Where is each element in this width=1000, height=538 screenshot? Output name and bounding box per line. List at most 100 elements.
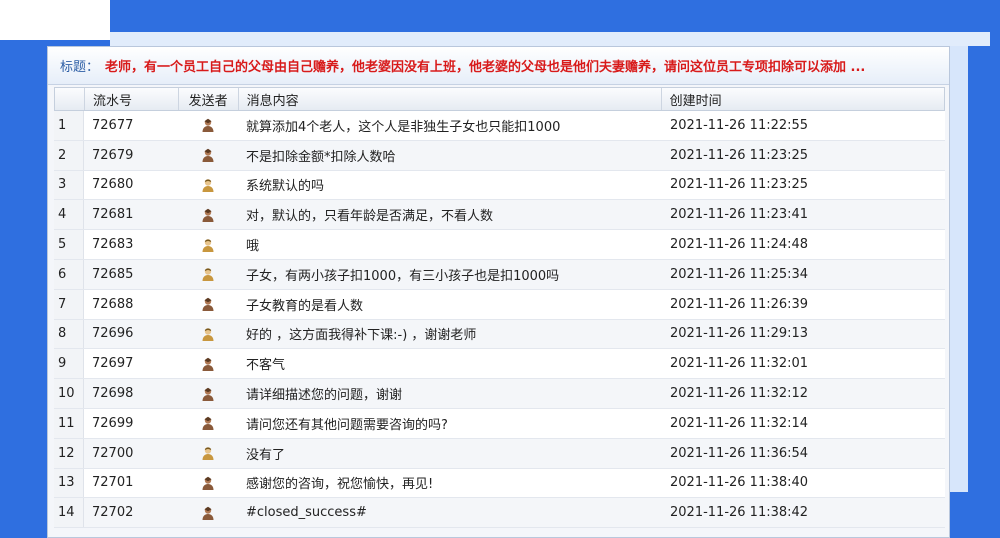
sender-cell: [178, 349, 238, 378]
created-time: 2021-11-26 11:32:12: [670, 386, 809, 402]
grid-header: 流水号 发送者 消息内容 创建时间: [54, 87, 945, 111]
row-number: 14: [54, 498, 84, 528]
header-created-time[interactable]: 创建时间: [662, 88, 944, 110]
sender-cell: [178, 439, 238, 468]
table-row[interactable]: 1 72677 就算添加4个老人，这个人是非独生子女也只能扣1000 2021-11-…: [54, 111, 945, 141]
row-number: 1: [54, 111, 84, 140]
message-content: 没有了: [246, 447, 286, 463]
header-serial[interactable]: 流水号: [85, 88, 179, 110]
created-time: 2021-11-26 11:22:55: [670, 117, 809, 133]
teacher-avatar-icon: [200, 356, 216, 372]
table-row[interactable]: 5 72683 哦 2021-11-26 11:24:48: [54, 230, 945, 260]
message-content: 请详细描述您的问题，谢谢: [246, 388, 403, 404]
teacher-avatar-icon: [200, 475, 216, 491]
header-sender[interactable]: 发送者: [179, 88, 239, 110]
teacher-avatar-icon: [200, 296, 216, 312]
created-time: 2021-11-26 11:38:40: [670, 475, 809, 491]
serial-number: 72677: [92, 117, 134, 133]
serial-number: 72680: [92, 177, 134, 193]
serial-number: 72702: [92, 505, 134, 521]
table-row[interactable]: 13 72701 感谢您的咨询，祝您愉快，再见! 2021-11-26 11:38:4…: [54, 468, 945, 499]
created-time: 2021-11-26 11:23:25: [670, 147, 809, 163]
message-content: 对，默认的，只看年龄是否满足，不看人数: [246, 209, 494, 225]
row-number: 7: [54, 289, 84, 319]
created-time: 2021-11-26 11:26:39: [670, 296, 809, 312]
table-row[interactable]: 8 72696 好的 ，这方面我得补下课:-) ，谢谢老师 2021-11-26 11…: [54, 319, 945, 350]
created-time: 2021-11-26 11:23:25: [670, 177, 809, 193]
message-content: 请问您还有其他问题需要咨询的吗?: [246, 417, 448, 433]
sender-cell: [178, 171, 238, 200]
row-number: 5: [54, 230, 84, 259]
teacher-avatar-icon: [200, 117, 216, 133]
user-avatar-icon: [200, 266, 216, 282]
table-row[interactable]: 12 72700 没有了 2021-11-26 11:36:54: [54, 438, 945, 469]
serial-number: 72698: [92, 386, 134, 402]
sender-cell: [178, 320, 238, 349]
message-content: 不是扣除金额*扣除人数哈: [246, 149, 396, 165]
teacher-avatar-icon: [200, 386, 216, 402]
title-bar: 标题： 老师，有一个员工自己的父母由自己赡养，他老婆因没有上班，他老婆的父母也是…: [48, 47, 949, 85]
serial-number: 72679: [92, 147, 134, 163]
created-time: 2021-11-26 11:38:42: [670, 505, 809, 521]
table-row[interactable]: 10 72698 请详细描述您的问题，谢谢 2021-11-26 11:32:12: [54, 379, 945, 409]
table-row[interactable]: 4 72681 对，默认的，只看年龄是否满足，不看人数 2021-11-26 11:2…: [54, 200, 945, 231]
title-text: 老师，有一个员工自己的父母由自己赡养，他老婆因没有上班，他老婆的父母也是他们夫妻…: [105, 60, 866, 75]
message-grid: 流水号 发送者 消息内容 创建时间 1 72677 就算添加4个老人，这个人是非独生…: [54, 87, 945, 529]
message-content: 感谢您的咨询，祝您愉快，再见!: [246, 477, 434, 493]
created-time: 2021-11-26 11:36:54: [670, 445, 809, 461]
table-row[interactable]: 6 72685 子女，有两小孩子扣1000，有三小孩子也是扣1000吗 2021-11…: [54, 259, 945, 290]
row-number: 2: [54, 140, 84, 170]
sender-cell: [178, 290, 238, 319]
serial-number: 72700: [92, 445, 134, 461]
user-avatar-icon: [200, 237, 216, 253]
sender-cell: [178, 260, 238, 289]
serial-number: 72696: [92, 326, 134, 342]
serial-number: 72697: [92, 356, 134, 372]
sender-cell: [178, 379, 238, 408]
serial-number: 72685: [92, 266, 134, 282]
message-panel: 标题： 老师，有一个员工自己的父母由自己赡养，他老婆因没有上班，他老婆的父母也是…: [47, 46, 950, 538]
table-row[interactable]: 9 72697 不客气 2021-11-26 11:32:01: [54, 349, 945, 380]
table-row[interactable]: 2 72679 不是扣除金额*扣除人数哈 2021-11-26 11:23:25: [54, 140, 945, 171]
created-time: 2021-11-26 11:32:14: [670, 415, 809, 431]
table-row[interactable]: 7 72688 子女教育的是看人数 2021-11-26 11:26:39: [54, 289, 945, 320]
sender-cell: [178, 469, 238, 498]
created-time: 2021-11-26 11:25:34: [670, 266, 809, 282]
created-time: 2021-11-26 11:24:48: [670, 237, 809, 253]
user-avatar-icon: [200, 445, 216, 461]
row-number: 11: [54, 408, 84, 438]
teacher-avatar-icon: [200, 415, 216, 431]
sender-cell: [178, 498, 238, 527]
sender-cell: [178, 230, 238, 259]
message-content: #closed_success#: [246, 505, 367, 521]
message-content: 哦: [246, 239, 260, 255]
teacher-avatar-icon: [200, 147, 216, 163]
user-avatar-icon: [200, 177, 216, 193]
user-avatar-icon: [200, 326, 216, 342]
table-row[interactable]: 14 72702 #closed_success# 2021-11-26 11:38:…: [54, 498, 945, 529]
background-light-strip: [110, 32, 990, 46]
header-row-number: [55, 88, 85, 110]
sender-cell: [178, 409, 238, 438]
grid-body: 1 72677 就算添加4个老人，这个人是非独生子女也只能扣1000 2021-11-…: [54, 111, 945, 529]
title-label: 标题：: [60, 60, 100, 75]
message-content: 好的 ，这方面我得补下课:-) ，谢谢老师: [246, 328, 477, 344]
sender-cell: [178, 141, 238, 170]
teacher-avatar-icon: [200, 207, 216, 223]
message-content: 子女，有两小孩子扣1000，有三小孩子也是扣1000吗: [246, 268, 560, 284]
header-message[interactable]: 消息内容: [239, 88, 662, 110]
background-white-corner: [0, 0, 110, 40]
message-content: 子女教育的是看人数: [246, 298, 364, 314]
row-number: 12: [54, 438, 84, 468]
row-number: 4: [54, 200, 84, 230]
row-number: 13: [54, 468, 84, 498]
serial-number: 72699: [92, 415, 134, 431]
table-row[interactable]: 11 72699 请问您还有其他问题需要咨询的吗? 2021-11-26 11:32:…: [54, 408, 945, 439]
table-row[interactable]: 3 72680 系统默认的吗 2021-11-26 11:23:25: [54, 170, 945, 201]
row-number: 8: [54, 319, 84, 349]
created-time: 2021-11-26 11:32:01: [670, 356, 809, 372]
row-number: 10: [54, 379, 84, 408]
row-number: 6: [54, 259, 84, 289]
background-right-strip: [950, 46, 968, 492]
serial-number: 72688: [92, 296, 134, 312]
